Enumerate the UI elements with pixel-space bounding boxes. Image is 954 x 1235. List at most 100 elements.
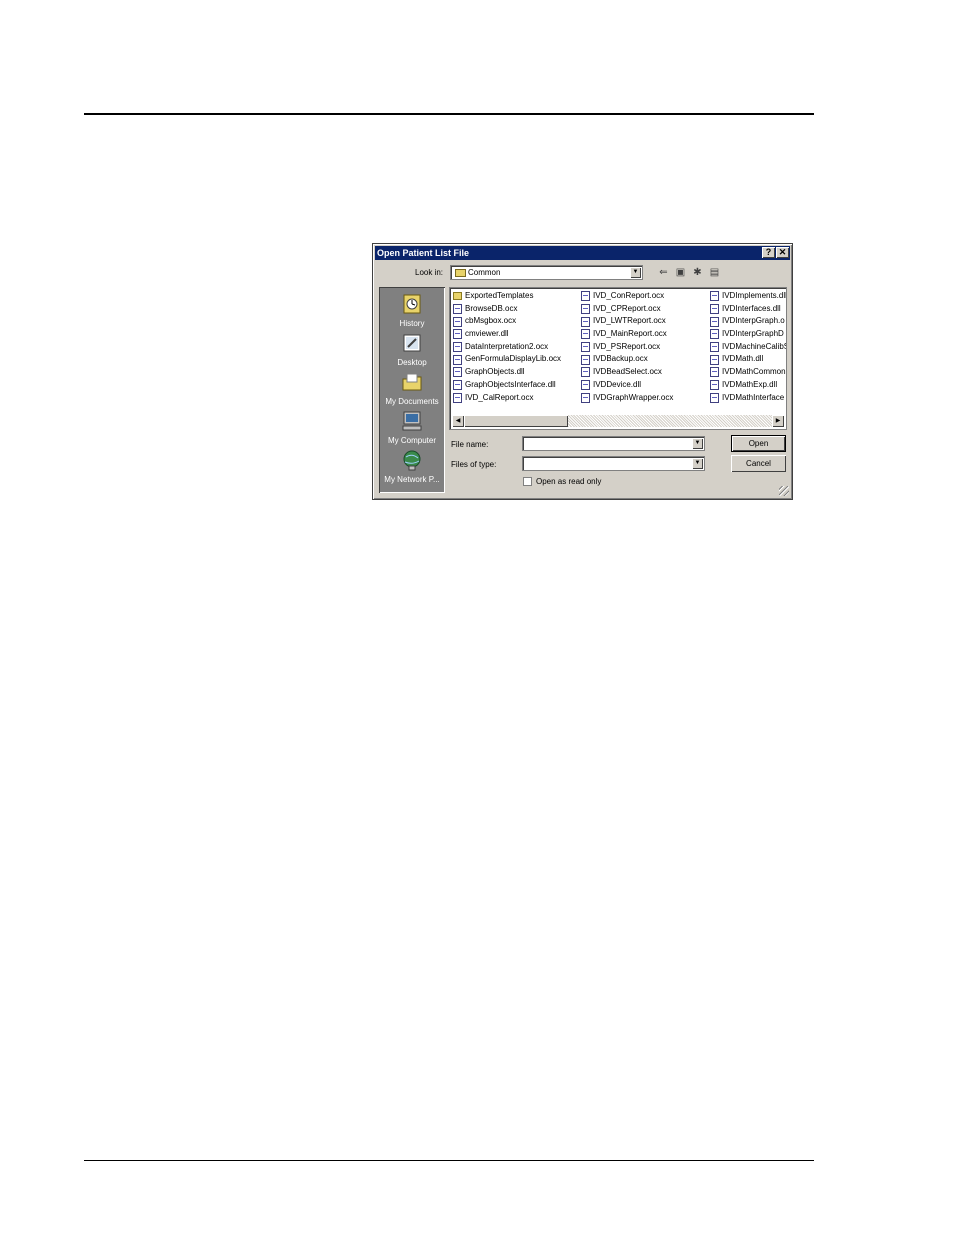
file-name: IVDMath.dll	[722, 354, 764, 364]
file-name-label: File name:	[451, 440, 489, 449]
file-list-item[interactable]: GraphObjectsInterface.dll	[453, 379, 561, 392]
file-list-item[interactable]: IVD_CalReport.ocx	[453, 392, 561, 405]
file-icon	[581, 316, 590, 327]
place-my-documents[interactable]: My Documents	[379, 371, 445, 406]
file-list-item[interactable]: IVDMath.dll	[710, 353, 786, 366]
file-list-item[interactable]: IVDDevice.dll	[581, 379, 673, 392]
file-icon	[453, 367, 462, 378]
file-list-item[interactable]: IVDMathCommon	[710, 366, 786, 379]
file-icon	[581, 354, 590, 365]
open-file-dialog: Open Patient List File ? ✕ Look in: Comm…	[372, 243, 793, 500]
file-icon	[710, 342, 719, 353]
file-name-field[interactable]: ▼	[522, 436, 705, 451]
file-name: IVDBeadSelect.ocx	[593, 367, 662, 377]
place-desktop-label: Desktop	[397, 358, 427, 367]
cancel-button[interactable]: Cancel	[731, 455, 786, 472]
file-name: IVDDevice.dll	[593, 379, 642, 389]
file-list-item[interactable]: IVDMathExp.dll	[710, 379, 786, 392]
file-icon	[581, 329, 590, 340]
file-list[interactable]: ExportedTemplates BrowseDB.ocx cbMsgbox.oc…	[449, 287, 787, 430]
top-rule	[84, 113, 814, 115]
folder-icon	[455, 269, 466, 277]
history-icon	[403, 294, 421, 314]
file-name: IVDInterpGraphD	[722, 329, 784, 339]
file-name: IVD_PSReport.ocx	[593, 341, 661, 351]
my-computer-icon	[402, 411, 422, 431]
scroll-right-icon[interactable]: ▶	[772, 415, 784, 427]
file-name: IVDImplements.dll	[722, 291, 787, 300]
file-name: IVD_CalReport.ocx	[465, 392, 534, 402]
file-column-2: IVD_ConReport.ocx IVD_CPReport.ocx IVD_LWT…	[581, 290, 673, 404]
file-list-item[interactable]: IVD_PSReport.ocx	[581, 341, 673, 354]
place-network[interactable]: My Network P...	[379, 449, 445, 484]
read-only-checkbox[interactable]	[523, 477, 532, 486]
file-name: IVDMachineCalibS	[722, 341, 787, 351]
file-list-item[interactable]: IVDBeadSelect.ocx	[581, 366, 673, 379]
file-icon	[581, 342, 590, 353]
file-name: GenFormulaDisplayLib.ocx	[465, 354, 562, 364]
chevron-down-icon[interactable]: ▼	[630, 267, 641, 278]
folder-icon	[453, 292, 462, 301]
file-list-item[interactable]: IVDMathInterface	[710, 392, 786, 405]
chevron-down-icon[interactable]: ▼	[692, 458, 703, 469]
look-in-combo[interactable]: Common ▼	[450, 265, 643, 280]
file-icon	[453, 304, 462, 315]
file-icon	[710, 291, 719, 302]
file-list-item[interactable]: IVD_LWTReport.ocx	[581, 315, 673, 328]
file-list-item[interactable]: IVDImplements.dll	[710, 290, 787, 303]
file-list-item[interactable]: IVD_ConReport.ocx	[581, 290, 673, 303]
chevron-down-icon[interactable]: ▼	[692, 438, 703, 449]
file-list-item[interactable]: cbMsgbox.ocx	[453, 315, 561, 328]
bottom-rule	[84, 1160, 814, 1161]
file-list-item[interactable]: ExportedTemplates	[453, 290, 561, 303]
file-list-item[interactable]: IVDInterfaces.dll	[710, 303, 786, 316]
look-in-label: Look in:	[415, 268, 444, 277]
file-name: IVD_CPReport.ocx	[593, 303, 661, 313]
horizontal-scrollbar[interactable]: ◀ ▶	[452, 415, 784, 427]
file-list-item[interactable]: GenFormulaDisplayLib.ocx	[453, 353, 561, 366]
file-name: IVDInterpGraph.o	[722, 316, 785, 326]
scroll-left-icon[interactable]: ◀	[452, 415, 464, 427]
file-name: IVDGraphWrapper.ocx	[593, 392, 674, 402]
file-column-3: IVDImplements.dll IVDInterfaces.dll IVDInt…	[710, 290, 787, 405]
up-folder-icon[interactable]: ▣	[674, 266, 687, 279]
file-icon	[581, 380, 590, 391]
resize-grip-icon[interactable]	[779, 486, 789, 496]
file-name: GraphObjectsInterface.dll	[465, 379, 556, 389]
file-list-item[interactable]: IVDBackup.ocx	[581, 353, 673, 366]
help-button[interactable]: ?	[762, 247, 775, 258]
file-name: IVD_ConReport.ocx	[593, 291, 665, 300]
file-list-item[interactable]: GraphObjects.dll	[453, 366, 561, 379]
file-name: ExportedTemplates	[465, 291, 534, 300]
file-list-item[interactable]: IVDInterpGraphD	[710, 328, 786, 341]
file-list-item[interactable]: DataInterpretation2.ocx	[453, 341, 561, 354]
file-list-item[interactable]: IVDGraphWrapper.ocx	[581, 392, 673, 405]
file-name: cmviewer.dll	[465, 329, 509, 339]
file-list-item[interactable]: IVD_MainReport.ocx	[581, 328, 673, 341]
file-icon	[710, 329, 719, 340]
file-list-item[interactable]: IVDInterpGraph.o	[710, 315, 786, 328]
file-list-item[interactable]: IVDMachineCalibS	[710, 341, 787, 354]
file-icon	[581, 392, 590, 403]
file-list-item[interactable]: cmviewer.dll	[453, 328, 561, 341]
file-icon	[453, 392, 462, 403]
place-history[interactable]: History	[379, 293, 445, 328]
open-button[interactable]: Open	[731, 435, 786, 452]
place-my-computer-label: My Computer	[387, 436, 436, 445]
file-list-item[interactable]: IVD_CPReport.ocx	[581, 303, 673, 316]
dialog-toolbar: ⇐ ▣ ✱ ▤	[657, 266, 721, 279]
file-list-item[interactable]: BrowseDB.ocx	[453, 303, 561, 316]
place-my-computer[interactable]: My Computer	[379, 410, 445, 445]
file-name: DataInterpretation2.ocx	[465, 341, 549, 351]
scroll-thumb[interactable]	[464, 415, 568, 427]
file-name: IVDInterfaces.dll	[722, 303, 781, 313]
back-arrow-icon[interactable]: ⇐	[657, 266, 670, 279]
new-folder-icon[interactable]: ✱	[691, 266, 704, 279]
place-desktop[interactable]: Desktop	[379, 332, 445, 367]
close-button[interactable]: ✕	[776, 247, 789, 258]
file-name: IVDMathExp.dll	[722, 379, 778, 389]
my-documents-icon	[402, 373, 422, 391]
file-icon	[453, 342, 462, 353]
files-of-type-select[interactable]: ▼	[522, 456, 705, 471]
view-menu-icon[interactable]: ▤	[708, 266, 721, 279]
